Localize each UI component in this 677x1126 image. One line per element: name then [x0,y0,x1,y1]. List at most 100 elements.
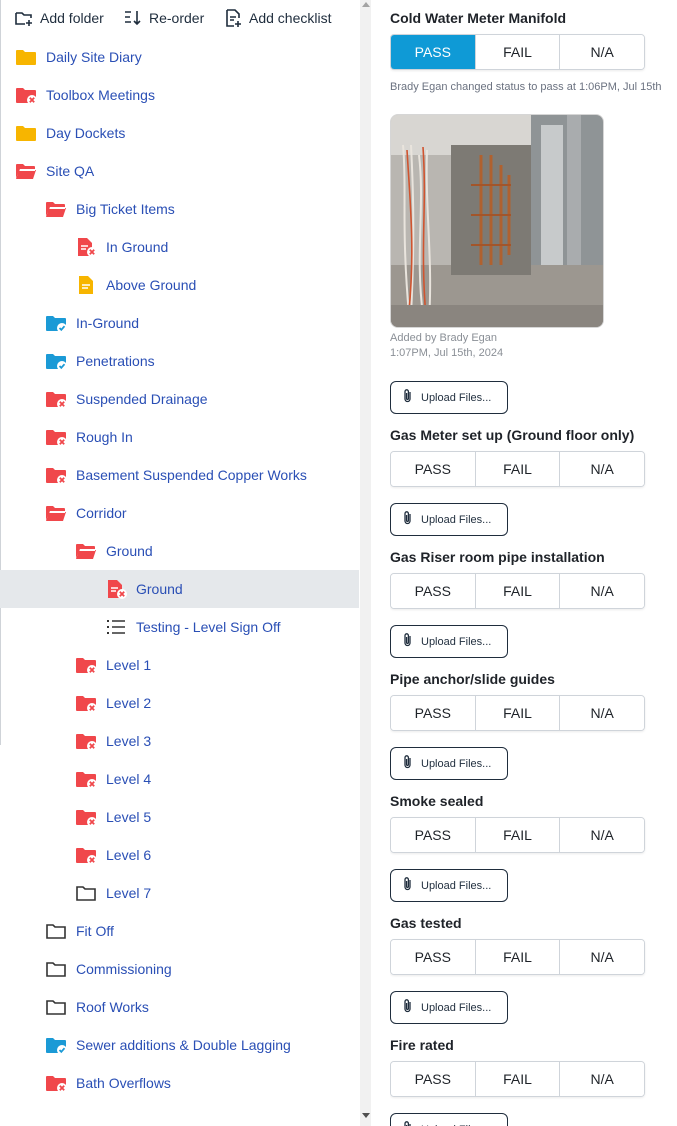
checklist-item-title: Gas Riser room pipe installation [390,549,605,565]
tree-item[interactable]: Day Dockets [0,114,359,152]
fail-button[interactable]: FAIL [475,574,561,608]
upload-files-label: Upload Files... [421,1001,492,1014]
tree-item[interactable]: Suspended Drainage [0,380,359,418]
tree-item[interactable]: Daily Site Diary [0,38,359,76]
tree-item-label: Level 6 [106,847,152,863]
checklist-item-title: Cold Water Meter Manifold [390,10,567,26]
folder-complete-icon [45,351,67,371]
tree-item-label: Above Ground [106,277,197,293]
tree-item[interactable]: Commissioning [0,950,359,988]
pass-button[interactable]: PASS [391,696,476,730]
uploaded-photo[interactable] [390,114,604,328]
status-toggle: PASS FAIL N/A [390,34,645,70]
add-folder-button[interactable]: Add folder [14,8,104,28]
upload-files-button[interactable]: Upload Files... [390,503,508,536]
folder-empty-icon [45,921,67,941]
upload-files-button[interactable]: Upload Files... [390,869,508,902]
pass-button[interactable]: PASS [391,1062,476,1096]
folder-error-icon [75,731,97,751]
fail-button[interactable]: FAIL [475,35,561,69]
upload-files-label: Upload Files... [421,391,492,404]
upload-files-button[interactable]: Upload Files... [390,625,508,658]
tree-item[interactable]: Big Ticket Items [0,190,359,228]
upload-files-label: Upload Files... [421,879,492,892]
pass-button[interactable]: PASS [391,452,476,486]
folder-open-icon [45,503,67,523]
na-button[interactable]: N/A [560,940,644,974]
tree-item[interactable]: Level 7 [0,874,359,912]
tree-item-label: Site QA [46,163,95,179]
fail-button[interactable]: FAIL [475,940,561,974]
folder-open-icon [75,541,97,561]
tree-item[interactable]: Ground [0,532,359,570]
upload-files-button[interactable]: Upload Files... [390,991,508,1024]
upload-files-label: Upload Files... [421,757,492,770]
folder-error-icon [75,807,97,827]
tree-item[interactable]: Level 2 [0,684,359,722]
tree-item-label: Ground [106,543,153,559]
tree-item[interactable]: Level 1 [0,646,359,684]
status-toggle: PASS FAIL N/A [390,939,645,975]
status-toggle: PASS FAIL N/A [390,695,645,731]
tree-item[interactable]: Level 5 [0,798,359,836]
tree-item[interactable]: Above Ground [0,266,359,304]
fail-button[interactable]: FAIL [475,1062,561,1096]
status-toggle: PASS FAIL N/A [390,451,645,487]
folder-empty-icon [45,997,67,1017]
tree-item[interactable]: Level 4 [0,760,359,798]
folder-icon [15,123,37,143]
pass-button[interactable]: PASS [391,940,476,974]
tree-item-label: Basement Suspended Copper Works [76,467,307,483]
upload-files-button[interactable]: Upload Files... [390,381,508,414]
upload-files-button[interactable]: Upload Files... [390,1113,508,1126]
tree-item[interactable]: Testing - Level Sign Off [0,608,359,646]
tree-item-label: Level 4 [106,771,152,787]
tree-item[interactable]: Penetrations [0,342,359,380]
tree-item[interactable]: Fit Off [0,912,359,950]
pass-button[interactable]: PASS [391,574,476,608]
tree-item[interactable]: Basement Suspended Copper Works [0,456,359,494]
tree-item[interactable]: In-Ground [0,304,359,342]
na-button[interactable]: N/A [560,452,644,486]
tree-item-label: Level 7 [106,885,152,901]
tree-item-label: Roof Works [76,999,149,1015]
pass-button[interactable]: PASS [391,35,476,69]
tree-item-label: Penetrations [76,353,155,369]
na-button[interactable]: N/A [560,818,644,852]
tree-item[interactable]: In Ground [0,228,359,266]
tree-item[interactable]: Ground [0,570,359,608]
tree-item[interactable]: Rough In [0,418,359,456]
tree-item[interactable]: Corridor [0,494,359,532]
paperclip-icon [401,754,415,773]
scroll-down-arrow-icon[interactable] [362,1113,370,1118]
fail-button[interactable]: FAIL [475,452,561,486]
fail-button[interactable]: FAIL [475,696,561,730]
folder-open-icon [15,161,37,181]
status-toggle: PASS FAIL N/A [390,573,645,609]
pass-button[interactable]: PASS [391,818,476,852]
add-checklist-label: Add checklist [249,10,332,26]
na-button[interactable]: N/A [560,574,644,608]
checklist-error-icon [75,237,97,257]
paperclip-icon [401,632,415,651]
tree-item[interactable]: Level 6 [0,836,359,874]
upload-files-button[interactable]: Upload Files... [390,747,508,780]
tree-item[interactable]: Bath Overflows [0,1064,359,1102]
fail-button[interactable]: FAIL [475,818,561,852]
na-button[interactable]: N/A [560,35,644,69]
na-button[interactable]: N/A [560,696,644,730]
scroll-up-arrow-icon[interactable] [362,2,370,7]
tree-item[interactable]: Toolbox Meetings [0,76,359,114]
tree-item[interactable]: Site QA [0,152,359,190]
scrollbar[interactable] [360,0,371,1126]
tree-item[interactable]: Sewer additions & Double Lagging [0,1026,359,1064]
folder-error-icon [75,655,97,675]
add-checklist-button[interactable]: Add checklist [223,8,331,28]
na-button[interactable]: N/A [560,1062,644,1096]
tree-item-label: In Ground [106,239,169,255]
folder-open-icon [45,199,67,219]
checklist-item-title: Pipe anchor/slide guides [390,671,555,687]
tree-item[interactable]: Roof Works [0,988,359,1026]
tree-item[interactable]: Level 3 [0,722,359,760]
reorder-button[interactable]: Re-order [123,8,204,28]
